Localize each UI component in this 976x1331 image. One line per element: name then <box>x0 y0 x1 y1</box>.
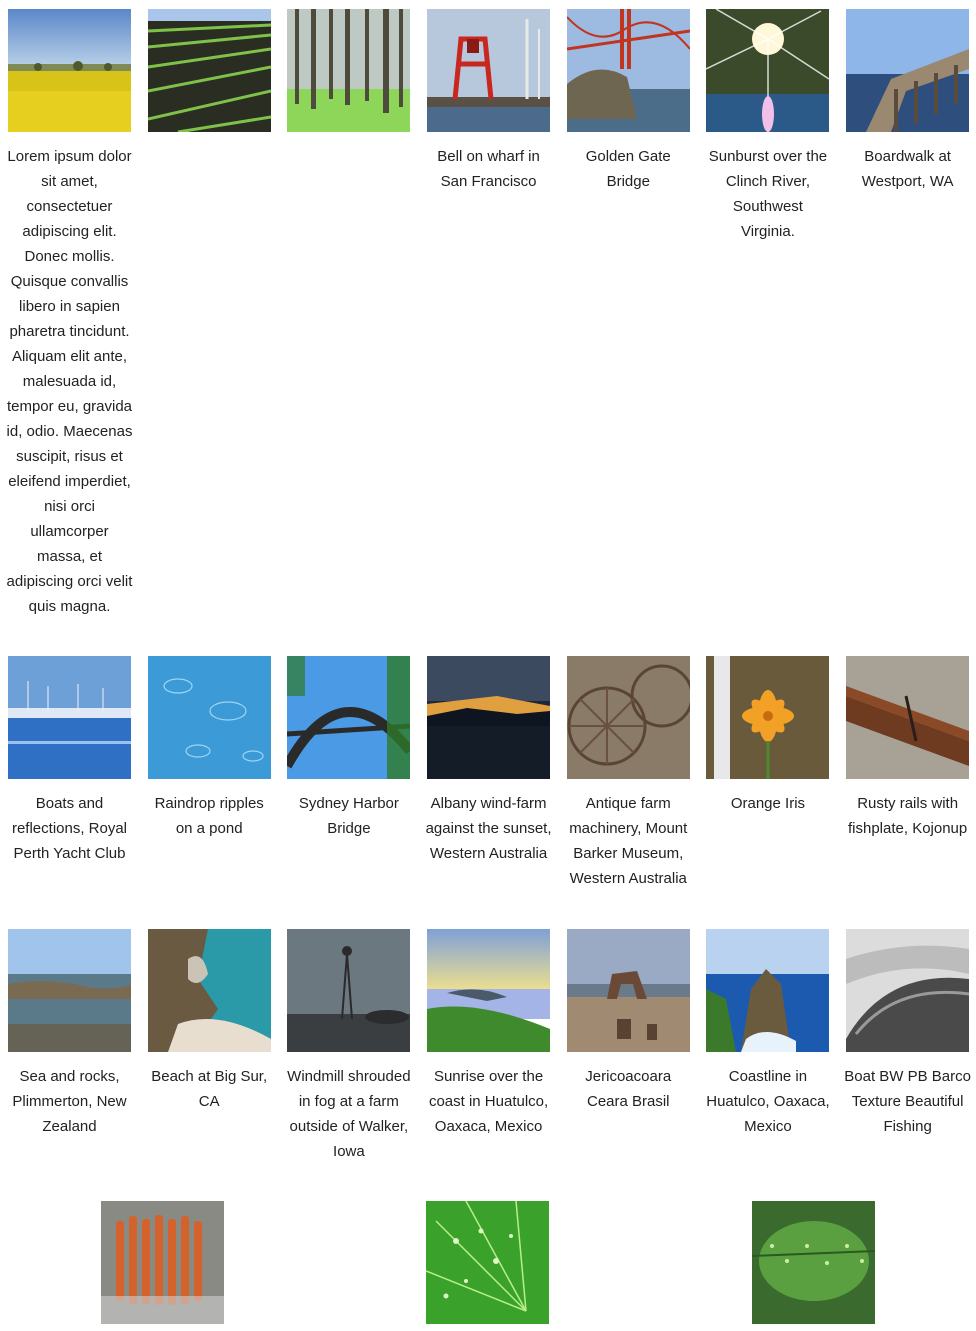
photo-caption: Sydney Harbor Bridge <box>298 795 399 837</box>
canola-field-photo[interactable] <box>8 9 131 132</box>
coral-texture-photo[interactable] <box>101 1201 224 1324</box>
boardwalk-photo[interactable] <box>846 9 970 132</box>
yacht-club-photo[interactable] <box>8 656 131 779</box>
photo-caption: Windmill shrouded in fog at a farm outsi… <box>287 1068 411 1160</box>
rusty-rails-photo[interactable] <box>846 656 970 779</box>
orange-iris-photo[interactable] <box>706 656 830 779</box>
gallery-item: Bell on wharf in San Francisco <box>427 9 551 619</box>
gallery-row-4 <box>0 1201 976 1331</box>
photo-caption: Raindrop ripples on a pond <box>154 795 264 837</box>
gallery-item: Golden Gate Bridge <box>566 9 690 619</box>
gallery-item: Coastline in Huatulco, Oaxaca, Mexico <box>706 929 830 1164</box>
pine-forest-photo[interactable] <box>287 9 411 132</box>
fern-dew-photo[interactable] <box>752 1201 875 1324</box>
photo-caption: Sunrise over the coast in Huatulco, Oaxa… <box>428 1068 549 1135</box>
gallery-item: Rusty rails with fishplate, Kojonup <box>846 656 970 891</box>
raindrop-ripples-photo[interactable] <box>147 656 271 779</box>
photo-caption: Jericoacoara Ceara Brasil <box>585 1068 672 1110</box>
jericoacoara-photo[interactable] <box>566 929 690 1052</box>
albany-sunset-photo[interactable] <box>427 656 551 779</box>
huatulco-sunrise-photo[interactable] <box>427 929 551 1052</box>
gallery-row-3: Sea and rocks, Plimmerton, New Zealand B… <box>0 929 976 1164</box>
gallery-item: Jericoacoara Ceara Brasil <box>566 929 690 1164</box>
farm-machinery-photo[interactable] <box>566 656 690 779</box>
photo-caption: Antique farm machinery, Mount Barker Mus… <box>569 795 688 887</box>
sea-rocks-photo[interactable] <box>8 929 131 1052</box>
photo-caption: Boardwalk at Westport, WA <box>861 148 954 190</box>
gallery-row-1: Lorem ipsum dolor sit amet, consectetuer… <box>0 9 976 619</box>
gallery-item: Boardwalk at Westport, WA <box>846 9 970 619</box>
huatulco-coastline-photo[interactable] <box>706 929 830 1052</box>
gallery-item: Beach at Big Sur, CA <box>147 929 271 1164</box>
leaf-droplets-photo[interactable] <box>426 1201 549 1324</box>
gallery-row-2: Boats and reflections, Royal Perth Yacht… <box>0 656 976 891</box>
windmill-fog-photo[interactable] <box>287 929 411 1052</box>
gallery-item: Raindrop ripples on a pond <box>147 656 271 891</box>
gallery-item: Lorem ipsum dolor sit amet, consectetuer… <box>6 9 133 619</box>
gallery-item <box>147 9 271 619</box>
sydney-harbor-photo[interactable] <box>287 656 411 779</box>
gallery-item: Orange Iris <box>706 656 830 891</box>
crop-rows-photo[interactable] <box>147 9 271 132</box>
gallery-item <box>287 9 411 619</box>
gallery-item: Albany wind-farm against the sunset, Wes… <box>425 656 552 891</box>
photo-caption: Rusty rails with fishplate, Kojonup <box>847 795 968 837</box>
photo-caption: Sunburst over the Clinch River, Southwes… <box>708 148 828 240</box>
gallery-item: Boat BW PB Barco Texture Beautiful Fishi… <box>844 929 971 1164</box>
gallery-item: Sea and rocks, Plimmerton, New Zealand <box>8 929 131 1164</box>
wharf-bell-photo[interactable] <box>427 9 551 132</box>
photo-caption: Coastline in Huatulco, Oaxaca, Mexico <box>706 1068 830 1135</box>
gallery-item: Sunburst over the Clinch River, Southwes… <box>706 9 830 619</box>
photo-caption: Beach at Big Sur, CA <box>151 1068 268 1110</box>
photo-caption: Boat BW PB Barco Texture Beautiful Fishi… <box>844 1068 971 1135</box>
sunburst-river-photo[interactable] <box>706 9 830 132</box>
photo-caption: Sea and rocks, Plimmerton, New Zealand <box>12 1068 127 1135</box>
golden-gate-photo[interactable] <box>566 9 690 132</box>
boat-bw-photo[interactable] <box>846 929 970 1052</box>
gallery-item: Windmill shrouded in fog at a farm outsi… <box>287 929 411 1164</box>
gallery-item: Sunrise over the coast in Huatulco, Oaxa… <box>427 929 551 1164</box>
gallery-item: Boats and reflections, Royal Perth Yacht… <box>8 656 131 891</box>
photo-caption: Albany wind-farm against the sunset, Wes… <box>425 795 552 862</box>
photo-caption: Lorem ipsum dolor sit amet, consectetuer… <box>6 148 133 615</box>
photo-caption: Orange Iris <box>730 795 806 812</box>
gallery-item: Sydney Harbor Bridge <box>287 656 411 891</box>
big-sur-photo[interactable] <box>147 929 271 1052</box>
photo-caption: Boats and reflections, Royal Perth Yacht… <box>11 795 128 862</box>
gallery-item: Antique farm machinery, Mount Barker Mus… <box>566 656 690 891</box>
photo-caption: Golden Gate Bridge <box>585 148 671 190</box>
photo-caption: Bell on wharf in San Francisco <box>437 148 540 190</box>
